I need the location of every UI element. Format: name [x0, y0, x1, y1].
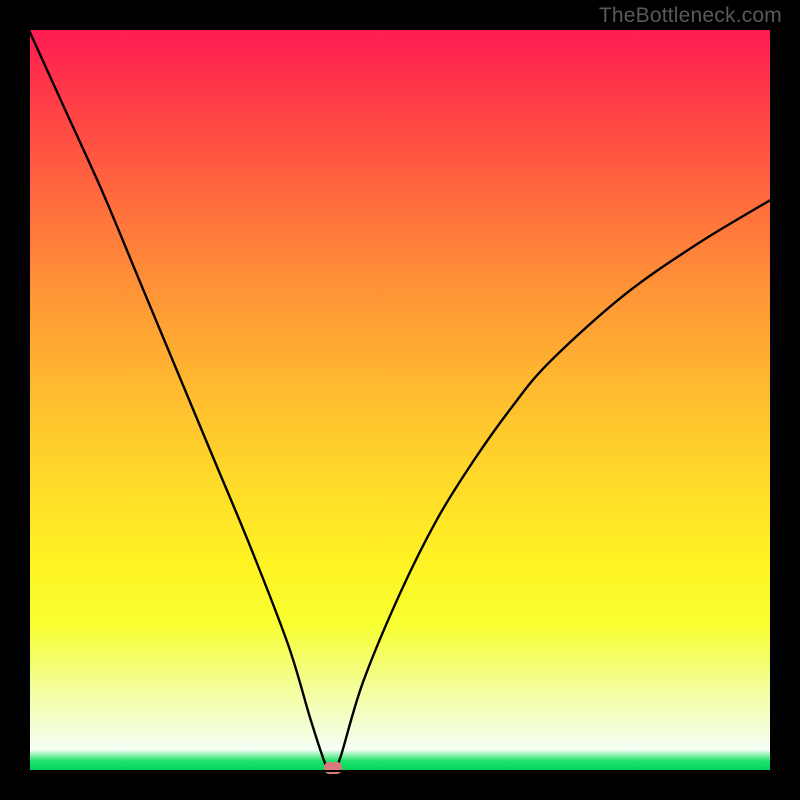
- optimal-point-marker: [324, 762, 342, 774]
- curve-layer: [28, 28, 772, 772]
- chart-stage: TheBottleneck.com: [0, 0, 800, 800]
- watermark-text: TheBottleneck.com: [599, 4, 782, 28]
- bottleneck-curve: [28, 28, 772, 772]
